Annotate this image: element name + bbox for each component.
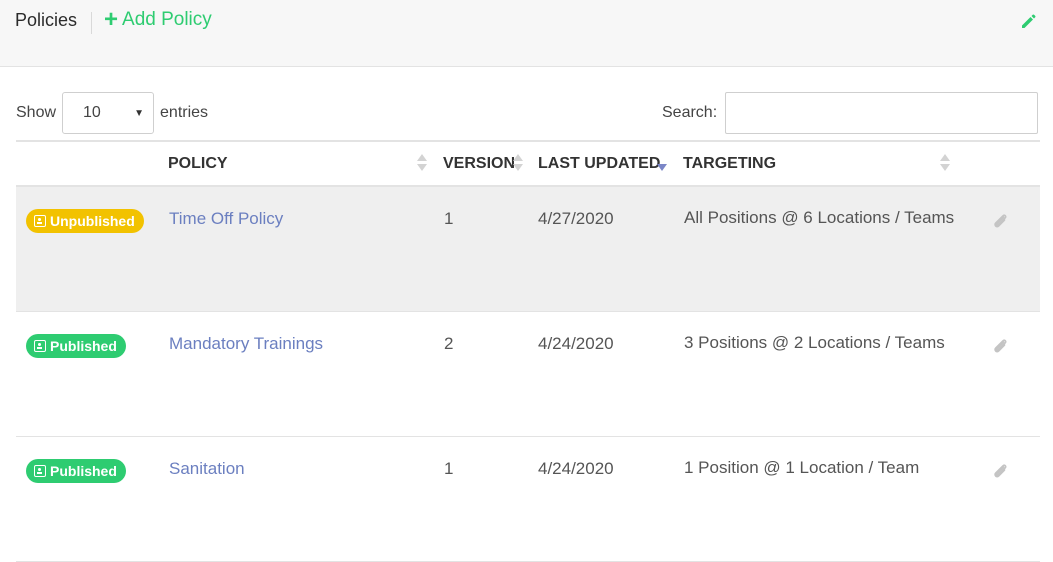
version-cell: 1 — [444, 209, 454, 228]
add-policy-button[interactable]: + Add Policy — [104, 6, 212, 33]
entries-label: entries — [160, 104, 209, 121]
entries-select[interactable]: 10 ▼ — [62, 92, 155, 134]
sort-icon[interactable] — [513, 152, 523, 174]
last-updated-cell: 4/24/2020 — [538, 459, 614, 478]
page-title: Policies — [15, 10, 78, 30]
column-header-last-updated[interactable]: LAST UPDATED — [538, 155, 660, 173]
sort-icon[interactable] — [417, 152, 427, 174]
policy-link[interactable]: Time Off Policy — [169, 209, 283, 229]
paperclip-icon[interactable] — [990, 461, 1010, 481]
sort-icon[interactable] — [940, 152, 950, 174]
last-updated-cell: 4/24/2020 — [538, 334, 614, 353]
column-header-targeting[interactable]: TARGETING — [683, 155, 776, 173]
last-updated-cell: 4/27/2020 — [538, 209, 614, 228]
search-label: Search: — [662, 104, 718, 121]
sort-desc-icon[interactable] — [657, 152, 667, 174]
version-cell: 1 — [444, 459, 454, 478]
status-badge: Unpublished — [26, 209, 144, 233]
status-badge-label: Published — [50, 463, 117, 479]
version-cell: 2 — [444, 334, 454, 353]
status-badge: Published — [26, 459, 126, 483]
entries-select-value: 10 — [83, 104, 101, 121]
pencil-icon[interactable] — [1019, 12, 1037, 30]
add-policy-label: Add Policy — [122, 9, 212, 30]
caret-down-icon: ▼ — [134, 108, 145, 119]
targeting-cell: All Positions @ 6 Locations / Teams — [684, 208, 955, 227]
status-badge: Published — [26, 334, 126, 358]
plus-icon: + — [104, 6, 119, 33]
search-control: Search: — [662, 92, 1039, 134]
page-header: Policies + Add Policy — [0, 0, 1053, 67]
paperclip-icon[interactable] — [990, 211, 1010, 231]
entries-control: Show 10 ▼ entries — [16, 92, 208, 134]
status-badge-label: Unpublished — [50, 213, 135, 229]
policy-link[interactable]: Mandatory Trainings — [169, 334, 323, 354]
status-badge-label: Published — [50, 338, 117, 354]
paperclip-icon[interactable] — [990, 336, 1010, 356]
badge-icon — [34, 340, 46, 352]
policies-table: POLICY VERSION LAST UPDATED TARGETING Un… — [16, 140, 1040, 562]
badge-icon — [34, 465, 46, 477]
policy-link[interactable]: Sanitation — [169, 459, 245, 479]
badge-icon — [34, 215, 46, 227]
table-row[interactable]: Published Sanitation 1 4/24/2020 1 Posit… — [16, 437, 1040, 562]
column-header-policy[interactable]: POLICY — [168, 155, 228, 173]
column-header-version[interactable]: VERSION — [443, 155, 515, 173]
table-row[interactable]: Published Mandatory Trainings 2 4/24/202… — [16, 312, 1040, 437]
targeting-cell: 1 Position @ 1 Location / Team — [684, 458, 920, 477]
show-label: Show — [16, 104, 57, 121]
divider — [91, 12, 92, 34]
table-header: POLICY VERSION LAST UPDATED TARGETING — [16, 140, 1040, 187]
targeting-cell: 3 Positions @ 2 Locations / Teams — [684, 333, 945, 352]
table-row[interactable]: Unpublished Time Off Policy 1 4/27/2020 … — [16, 187, 1040, 312]
search-input[interactable] — [725, 92, 1039, 134]
